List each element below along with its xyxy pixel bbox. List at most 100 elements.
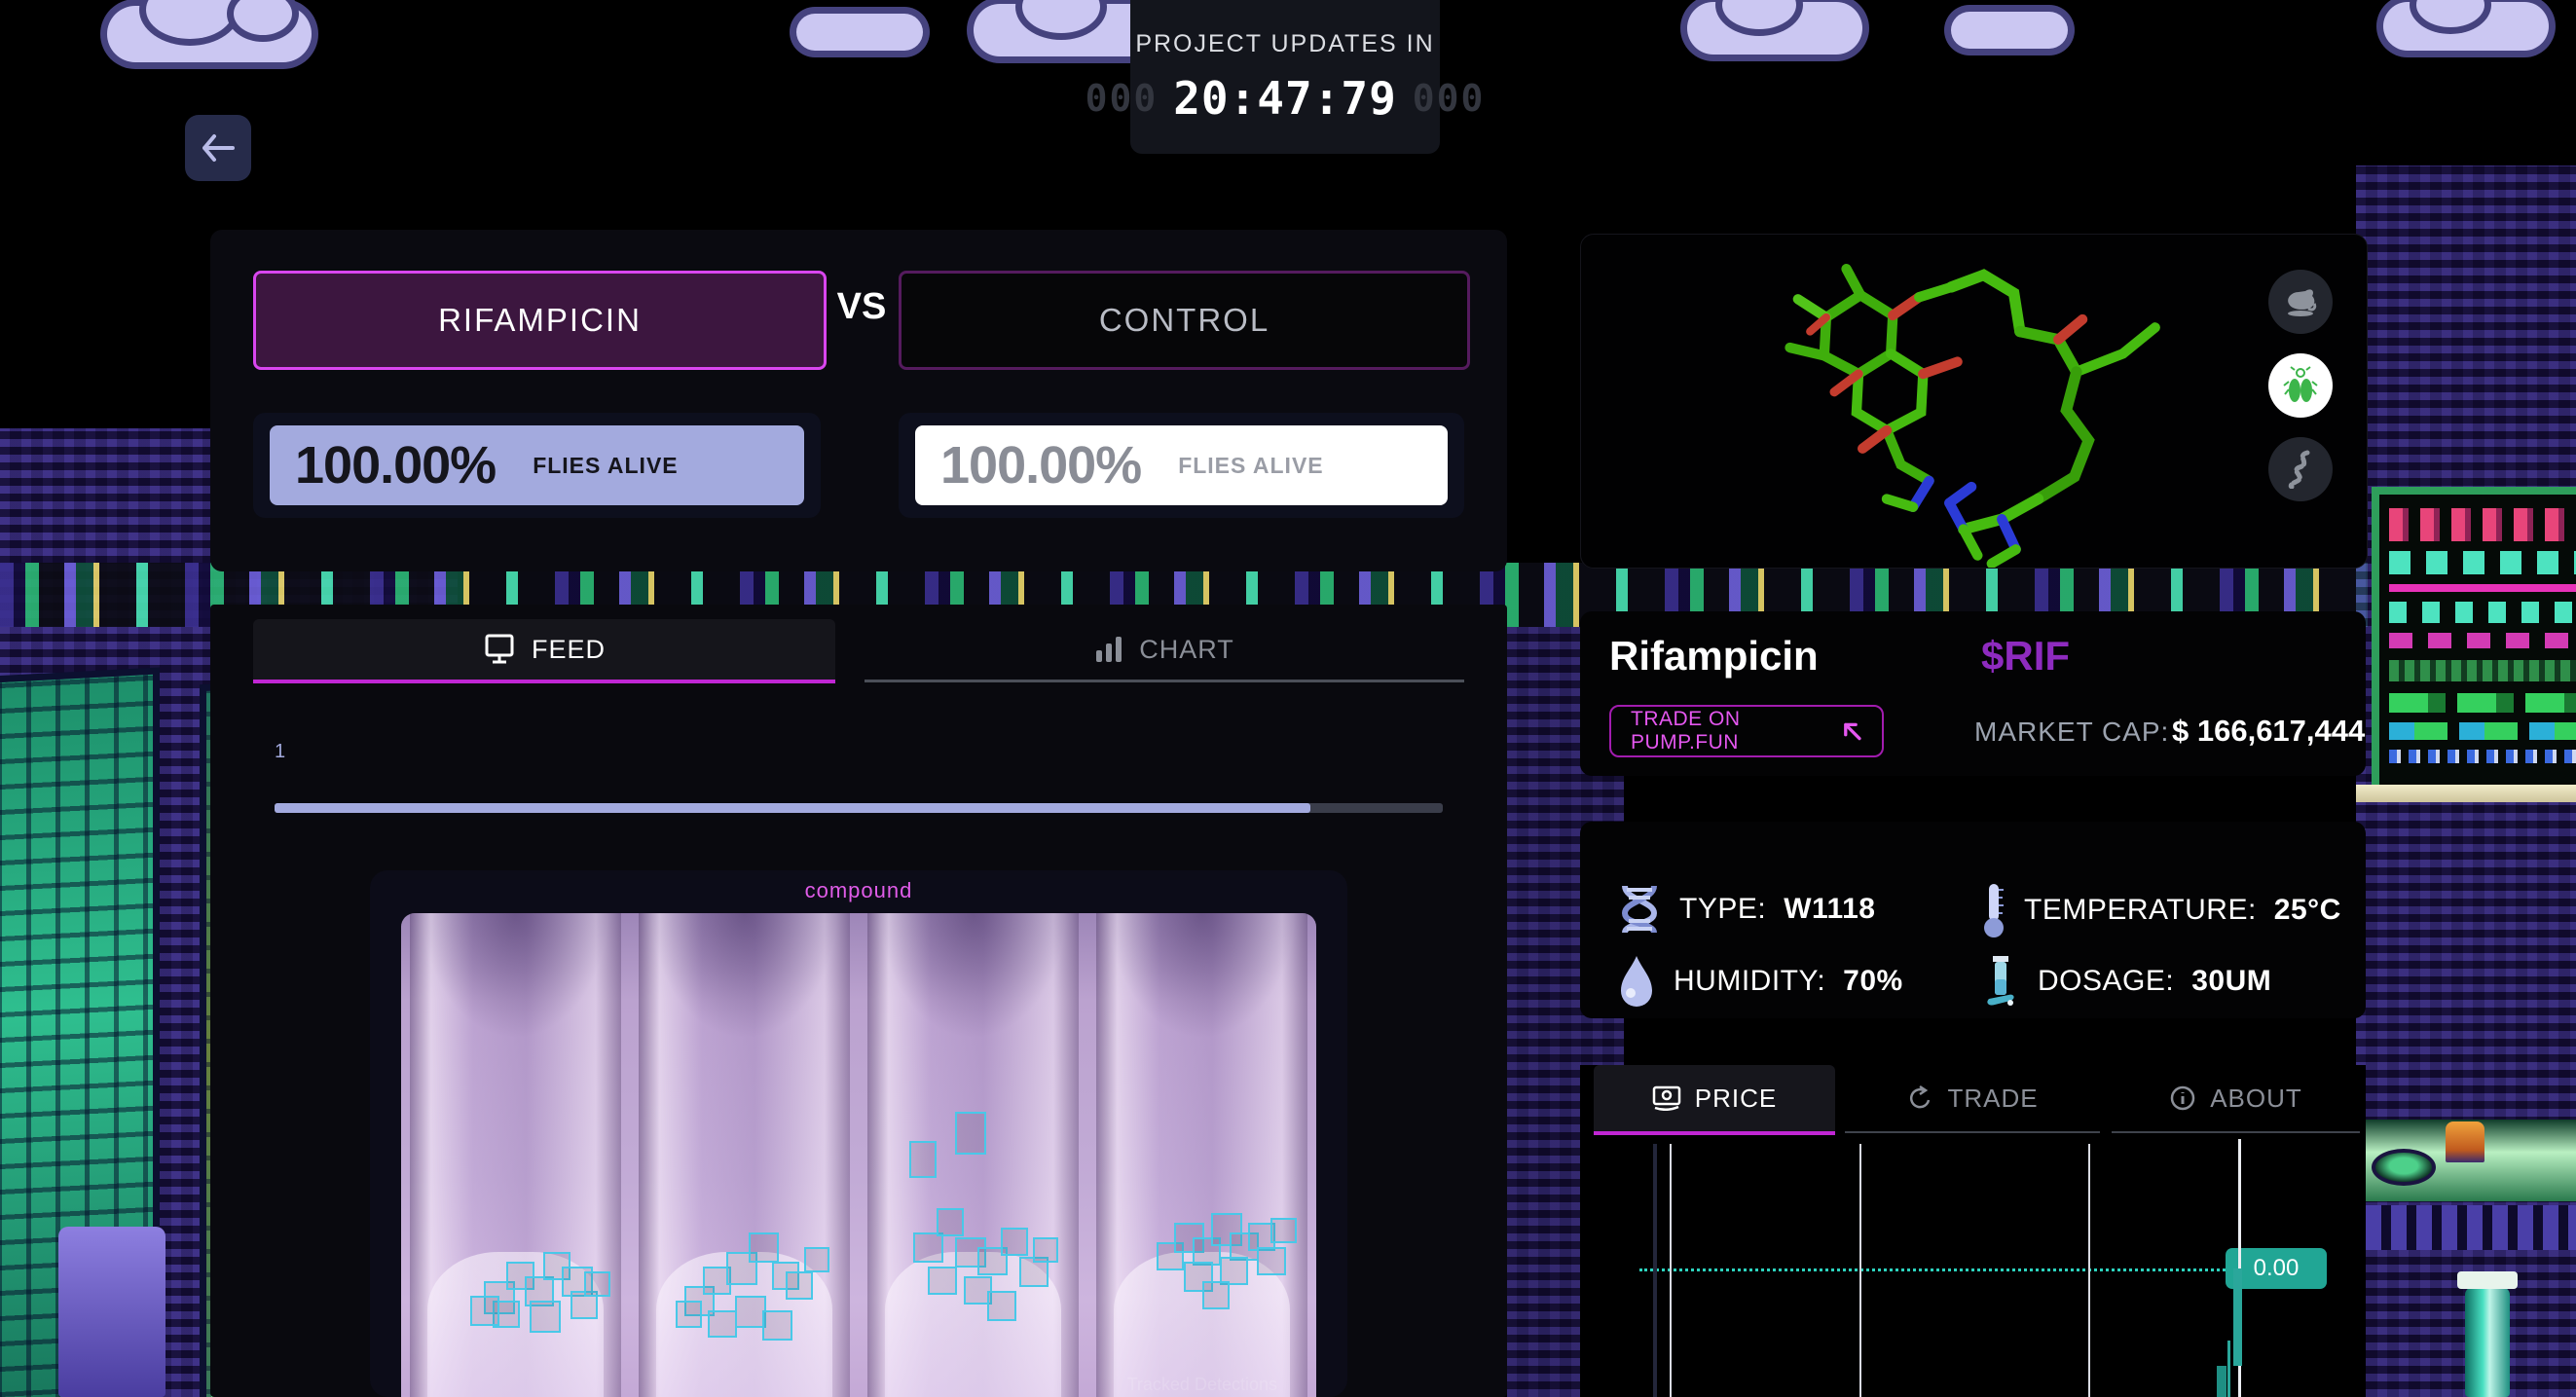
control-panel-row [2389, 584, 2576, 592]
cloud [2383, 0, 2549, 51]
tab-chart[interactable]: CHART [865, 619, 1464, 682]
background-shelf [2356, 785, 2576, 802]
background-creature [2446, 1121, 2484, 1162]
fly-detection-box [584, 1270, 610, 1298]
experiment-vs-panel: RIFAMPICIN VS CONTROL 100.00% FLIES ALIV… [210, 230, 1507, 571]
control-panel-row [2389, 722, 2576, 740]
cloud [796, 14, 923, 51]
fly-detection-box [749, 1232, 779, 1264]
tab-price-label: PRICE [1694, 1083, 1778, 1113]
info-icon [2170, 1085, 2195, 1111]
video-feed[interactable]: Tracked Detections [401, 913, 1316, 1397]
param-humidity-value: 70% [1843, 965, 1903, 997]
organism-mouse-button[interactable] [2268, 270, 2333, 334]
market-cap-label: MARKET CAP: [1974, 717, 2170, 747]
monitor-icon [485, 634, 514, 664]
param-dosage: DOSAGE: 30UM [1981, 954, 2271, 1009]
chart-gridline [1670, 1144, 1673, 1397]
tab-feed[interactable]: FEED [253, 619, 835, 683]
param-temperature: TEMPERATURE: 25°C [1981, 882, 2341, 938]
organism-worm-button[interactable] [2268, 437, 2333, 501]
organism-fly-button[interactable] [2268, 353, 2333, 418]
fly-detection-box [676, 1300, 702, 1329]
tracking-watermark: Tracked Detections [1126, 1375, 1277, 1394]
experiment-params-panel: TYPE: W1118 TEMPERATURE: 25°C HUMIDITY: … [1580, 822, 2366, 1018]
compound-toggle-button[interactable]: RIFAMPICIN [253, 271, 827, 370]
cloud-bump [2416, 0, 2484, 27]
price-chart[interactable]: 0.00 [1594, 1139, 2354, 1397]
control-panel-row [2389, 750, 2576, 763]
background-purple-band [2356, 1205, 2576, 1250]
fly-icon [2283, 366, 2318, 402]
fly-detection-box [954, 1111, 986, 1155]
token-info-panel: Rifampicin $RIF TRADE ON PUMP.FUN MARKET… [1580, 611, 2366, 776]
fly-detection-box [936, 1208, 965, 1236]
background-control-panel [2372, 487, 2576, 794]
tab-chart-label: CHART [1139, 634, 1234, 664]
fly-detection-box [469, 1295, 499, 1326]
price-panel: PRICE TRADE ABOUT 0.00 [1580, 1065, 2366, 1397]
tab-price[interactable]: PRICE [1594, 1065, 1835, 1135]
tab-trade[interactable]: TRADE [1845, 1065, 2100, 1133]
fly-detection-box [1000, 1228, 1029, 1256]
compound-stat-card: 100.00% FLIES ALIVE [270, 425, 804, 505]
tab-trade-label: TRADE [1947, 1083, 2039, 1113]
video-container: compound Tracked Detections [370, 870, 1347, 1397]
param-type-value: W1118 [1784, 893, 1876, 925]
token-ticker: $RIF [1981, 633, 2071, 679]
price-candle [2232, 1268, 2242, 1367]
market-cap-value: $ 166,617,444 [2172, 714, 2366, 748]
compound-alive-percent: 100.00% [295, 436, 497, 495]
control-panel-row [2389, 693, 2576, 713]
chart-gridline [1652, 1144, 1657, 1397]
trade-on-pumpfun-label: TRADE ON PUMP.FUN [1631, 708, 1741, 754]
param-humidity: HUMIDITY: 70% [1617, 954, 1903, 1009]
dna-icon [1621, 885, 1658, 935]
countdown-pad-right: 000 [1412, 76, 1486, 120]
fly-detection-box [785, 1270, 814, 1300]
control-stat-card: 100.00% FLIES ALIVE [915, 425, 1448, 505]
background-petri-dish [2372, 1149, 2436, 1186]
trade-on-pumpfun-button[interactable]: TRADE ON PUMP.FUN [1609, 705, 1884, 757]
control-panel-row [2389, 551, 2576, 574]
control-panel-row [2389, 508, 2576, 541]
compound-stat-container: 100.00% FLIES ALIVE [253, 413, 821, 518]
fly-detection-box [803, 1246, 830, 1273]
control-toggle-button[interactable]: CONTROL [899, 271, 1470, 370]
fly-detection-box [927, 1266, 957, 1295]
tab-about[interactable]: ABOUT [2112, 1065, 2360, 1133]
fly-detection-box [908, 1140, 938, 1179]
mouse-icon [2288, 289, 2317, 316]
cloud [1951, 12, 2068, 49]
fly-detection-box [529, 1300, 561, 1334]
droplet-icon [1621, 956, 1652, 1007]
vs-label: VS [836, 286, 887, 327]
tab-feed-label: FEED [531, 634, 606, 664]
cloud-bump [234, 0, 292, 35]
control-panel-row [2389, 633, 2576, 648]
param-humidity-label: HUMIDITY: [1674, 965, 1826, 997]
refresh-arrow-icon [1910, 1085, 1931, 1109]
param-type-label: TYPE: [1679, 893, 1767, 925]
molecule-3d-view[interactable] [1639, 235, 2243, 568]
param-temperature-label: TEMPERATURE: [2024, 894, 2257, 926]
control-stat-container: 100.00% FLIES ALIVE [899, 413, 1464, 518]
countdown-time: 20:47:79 [1173, 71, 1397, 125]
feed-panel: FEED CHART 1 compound Tracked Detections [210, 605, 1507, 1397]
worm-icon [2288, 450, 2310, 489]
control-panel-row [2389, 660, 2576, 681]
video-compound-label: compound [804, 878, 913, 902]
cloud-bump [146, 0, 234, 39]
feed-progress-bar[interactable] [275, 803, 1443, 813]
control-panel-row [2389, 602, 2576, 623]
price-candle [2227, 1340, 2231, 1397]
thermometer-icon [1984, 884, 2004, 937]
fly-vial [1096, 913, 1307, 1397]
fly-detection-box [1032, 1236, 1059, 1264]
fly-detection-box [1270, 1218, 1297, 1244]
countdown-pad-left: 000 [1085, 76, 1159, 120]
back-button[interactable] [185, 115, 251, 181]
background-tube-cap [2457, 1271, 2518, 1289]
vial-icon [1987, 956, 2014, 1006]
param-dosage-label: DOSAGE: [2038, 965, 2175, 997]
